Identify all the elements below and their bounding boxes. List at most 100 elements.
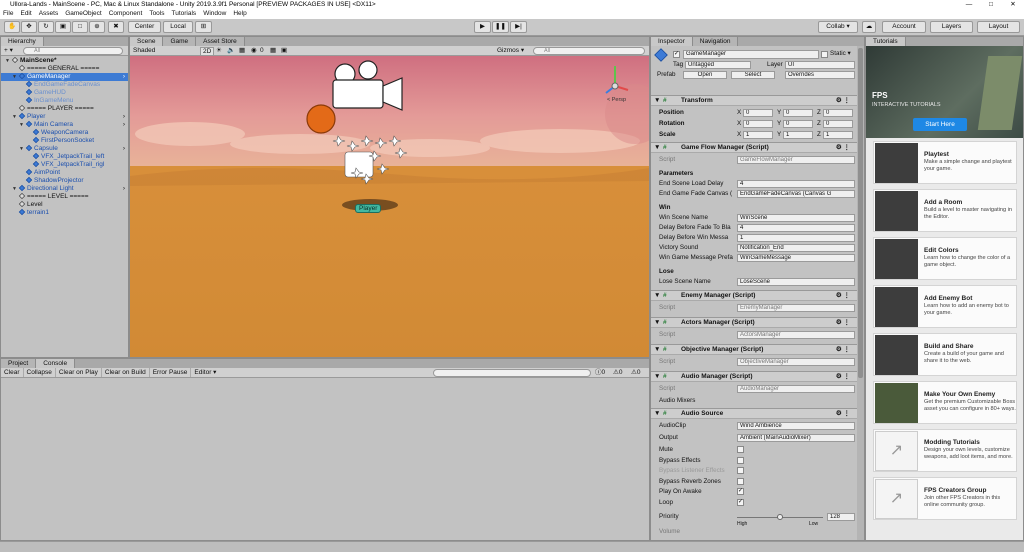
tutorial-card[interactable]: Add Enemy Bot Learn how to add an enemy b… — [873, 285, 1017, 328]
script-component-header[interactable]: ▼ # Audio Manager (Script) ⚙ ⋮ — [651, 371, 858, 382]
prefab-open-chevron-icon[interactable]: › — [123, 73, 125, 81]
maximize-icon[interactable]: □ — [980, 0, 1002, 9]
hierarchy-search-input[interactable]: All — [23, 47, 123, 55]
script-field[interactable]: AudioManager — [737, 385, 855, 393]
rect-tool-button[interactable]: □ — [72, 21, 88, 33]
hierarchy-item[interactable]: VFX_JetpackTrail_rigl — [1, 161, 128, 169]
static-checkbox[interactable] — [821, 51, 828, 58]
transform-z-field[interactable]: 0 — [823, 120, 853, 128]
tutorial-card[interactable]: Playtest Make a simple change and playtes… — [873, 141, 1017, 184]
inspector-scrollbar[interactable] — [857, 46, 864, 540]
hierarchy-item[interactable]: ▼ MainScene* — [1, 57, 128, 65]
gizmos-dropdown[interactable]: Gizmos ▾ — [497, 46, 524, 56]
grid-toggle-icon[interactable]: ▦ — [270, 46, 276, 56]
script-component-header[interactable]: ▼ # Objective Manager (Script) ⚙ ⋮ — [651, 344, 858, 355]
transform-x-field[interactable]: 0 — [743, 109, 773, 117]
component-menu-icon[interactable]: ⚙ ⋮ — [836, 96, 850, 106]
gfm-lose_scene-field[interactable]: LoseScene — [737, 278, 855, 286]
hierarchy-item[interactable]: ▼ Directional Light › — [1, 185, 128, 193]
tab-navigation[interactable]: Navigation — [692, 37, 739, 46]
create-dropdown[interactable]: + ▾ — [4, 46, 13, 56]
cloud-icon[interactable]: ☁ — [862, 21, 876, 33]
expand-arrow-icon[interactable]: ▼ — [19, 121, 26, 129]
transform-y-field[interactable]: 0 — [783, 109, 813, 117]
menu-component[interactable]: Component — [109, 9, 143, 19]
foldout-arrow-icon[interactable]: ▼ — [654, 96, 660, 106]
tutorial-card[interactable]: ↗ Modding Tutorials Design your own levels… — [873, 429, 1017, 472]
menu-tutorials[interactable]: Tutorials — [172, 9, 197, 19]
error-count[interactable]: ⚠0 — [631, 368, 640, 378]
player-label-badge[interactable]: Player — [355, 204, 382, 213]
console-search-input[interactable] — [433, 369, 591, 377]
transform-header[interactable]: ▼ # Transform ⚙ ⋮ — [651, 95, 858, 106]
expand-arrow-icon[interactable]: ▼ — [5, 57, 12, 65]
transform-y-field[interactable]: 1 — [783, 131, 813, 139]
gfm-win_msg-field[interactable]: WinGameMessage — [737, 254, 855, 262]
prefab-open-button[interactable]: Open — [683, 71, 727, 79]
gfm-victory-field[interactable]: Notification_End — [737, 244, 855, 252]
close-icon[interactable]: ✕ — [1002, 0, 1024, 9]
menu-assets[interactable]: Assets — [39, 9, 59, 19]
rotate-tool-button[interactable]: ↻ — [38, 21, 54, 33]
expand-arrow-icon[interactable]: ▼ — [12, 113, 19, 121]
hierarchy-item[interactable]: ▼ Capsule › — [1, 145, 128, 153]
hierarchy-item[interactable]: WeaponCamera — [1, 129, 128, 137]
output-field[interactable]: Ambient (MainAudioMixer) — [737, 434, 855, 442]
warning-count[interactable]: ⚠0 — [613, 368, 622, 378]
hierarchy-item[interactable]: ▼ Main Camera › — [1, 121, 128, 129]
menu-edit[interactable]: Edit — [20, 9, 31, 19]
account-dropdown[interactable]: Account — [882, 21, 926, 33]
prefab-select-button[interactable]: Select — [731, 71, 775, 79]
directional-light-gizmo[interactable] — [306, 104, 336, 134]
tutorial-card[interactable]: Edit Colors Learn how to change the color… — [873, 237, 1017, 280]
audio-flag-checkbox[interactable] — [737, 456, 744, 464]
active-checkbox[interactable]: ✓ — [673, 51, 680, 58]
foldout-arrow-icon[interactable]: ▼ — [654, 345, 660, 355]
persp-label[interactable]: < Persp — [607, 97, 626, 103]
gfm-win_scene-field[interactable]: WinScene — [737, 214, 855, 222]
snap-button[interactable]: ⊞ — [195, 21, 212, 33]
hierarchy-item[interactable]: ===== GENERAL ===== — [1, 65, 128, 73]
script-field[interactable]: ObjectiveManager — [737, 358, 855, 366]
prefab-open-chevron-icon[interactable]: › — [123, 113, 125, 121]
foldout-arrow-icon[interactable]: ▼ — [654, 318, 660, 328]
hierarchy-item[interactable]: InGameMenu — [1, 97, 128, 105]
foldout-arrow-icon[interactable]: ▼ — [654, 143, 660, 153]
menu-file[interactable]: File — [3, 9, 13, 19]
tag-dropdown[interactable]: Untagged — [685, 61, 751, 69]
priority-slider-thumb[interactable] — [777, 514, 783, 520]
prefab-open-chevron-icon[interactable]: › — [123, 145, 125, 153]
lighting-toggle-icon[interactable]: ☀ — [216, 46, 222, 56]
pause-button[interactable]: ❚❚ — [492, 21, 509, 33]
tab-project[interactable]: Project — [1, 359, 37, 368]
tutorial-card[interactable]: ↗ FPS Creators Group Join other FPS Creato… — [873, 477, 1017, 520]
hierarchy-item[interactable]: FirstPersonSocket — [1, 137, 128, 145]
layer-dropdown[interactable]: UI — [785, 61, 855, 69]
component-menu-icon[interactable]: ⚙ ⋮ — [836, 372, 850, 382]
shading-mode-dropdown[interactable]: Shaded — [133, 46, 155, 56]
collab-button[interactable]: Collab ▾ — [818, 21, 858, 33]
foldout-arrow-icon[interactable]: ▼ — [654, 409, 660, 419]
script-component-header[interactable]: ▼ # Actors Manager (Script) ⚙ ⋮ — [651, 317, 858, 328]
layers-dropdown[interactable]: Layers — [930, 21, 973, 33]
gfm-fade_canvas-field[interactable]: EndGameFadeCanvas (Canvas G — [737, 190, 855, 198]
expand-arrow-icon[interactable]: ▼ — [19, 145, 26, 153]
menu-help[interactable]: Help — [233, 9, 246, 19]
foldout-arrow-icon[interactable]: ▼ — [654, 372, 660, 382]
transform-x-field[interactable]: 1 — [743, 131, 773, 139]
hierarchy-item[interactable]: VFX_JetpackTrail_left — [1, 153, 128, 161]
hierarchy-item[interactable]: Level — [1, 201, 128, 209]
play-button[interactable]: ▶ — [474, 21, 491, 33]
hierarchy-item[interactable]: ▼ GameManager › — [1, 73, 128, 81]
move-tool-button[interactable]: ✥ — [21, 21, 37, 33]
2d-toggle[interactable]: 2D — [200, 47, 215, 56]
tab-hierarchy[interactable]: Hierarchy — [1, 37, 44, 46]
start-here-button[interactable]: Start Here — [913, 118, 967, 131]
camera-settings-icon[interactable]: ▣ — [281, 46, 287, 56]
game-flow-manager-header[interactable]: ▼ # Game Flow Manager (Script) ⚙ ⋮ — [651, 142, 858, 153]
scene-search-input[interactable]: All — [533, 47, 645, 55]
pivot-local-button[interactable]: Local — [163, 21, 193, 33]
hierarchy-item[interactable]: GameHUD — [1, 89, 128, 97]
clear-on-play-button[interactable]: Clear on Play — [56, 368, 102, 377]
audio-flag-checkbox[interactable]: ✓ — [737, 488, 744, 495]
